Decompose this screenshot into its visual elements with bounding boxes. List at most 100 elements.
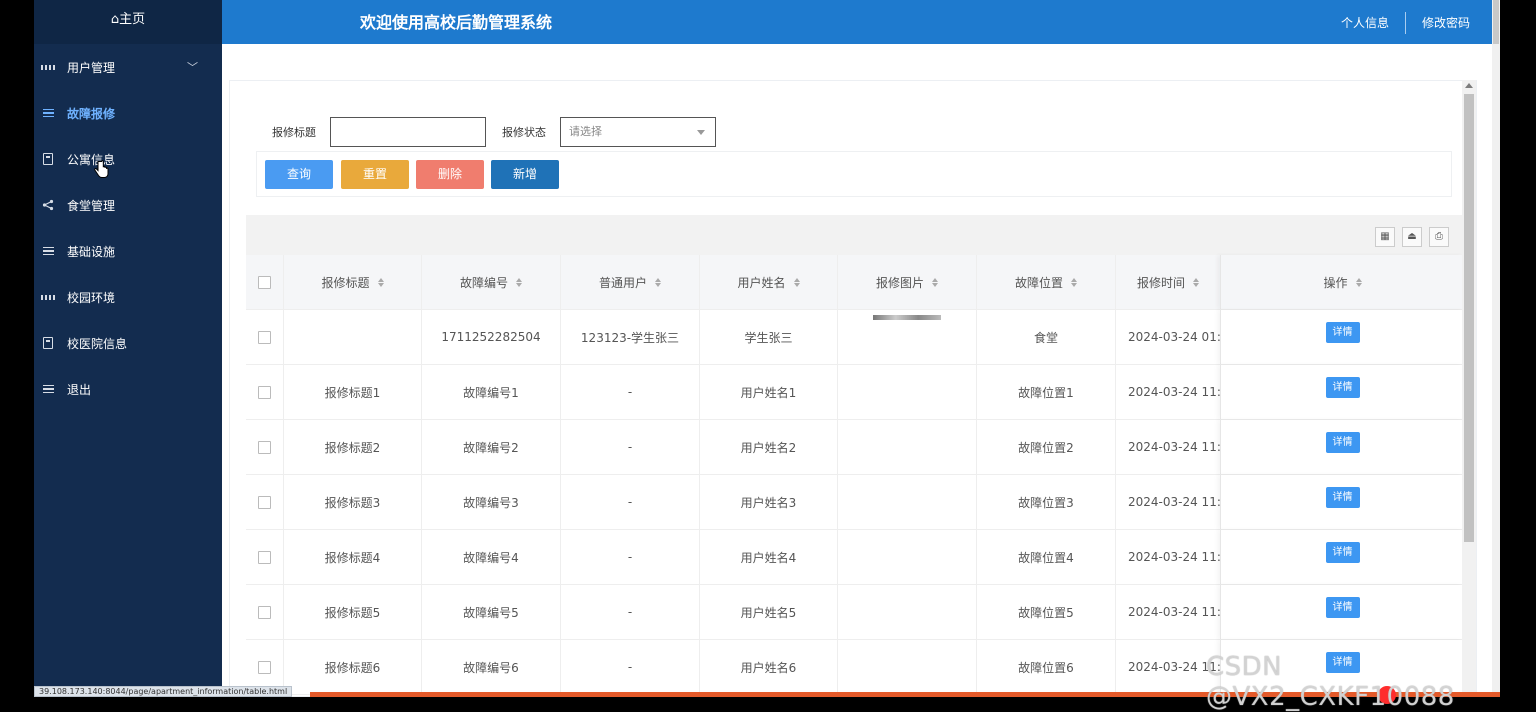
row-checkbox[interactable] [258,605,271,619]
cell-code: 故障编号2 [422,420,561,474]
repair-image-thumbnail[interactable] [873,314,941,320]
title-input[interactable] [330,117,486,147]
book-icon [41,336,55,350]
row-checkbox[interactable] [258,495,271,509]
column-header[interactable]: 用户姓名 [700,255,838,309]
sidebar-item-apartment-info[interactable]: 公寓信息 [34,136,222,182]
cell-time: 2024-03-24 01:01:22 [1128,330,1220,344]
sidebar-item-infrastructure[interactable]: 基础设施 [34,228,222,274]
grid-icon [41,290,55,304]
row-checkbox[interactable] [258,550,271,564]
row-checkbox[interactable] [258,385,271,399]
detail-button[interactable]: 详情 [1325,377,1360,398]
sidebar-item-label: 用户管理 [67,60,116,75]
column-header[interactable]: 操作 [1220,255,1464,309]
cell-time: 2024-03-24 11:35:11 [1128,605,1220,619]
cell-title: 报修标题4 [284,530,422,584]
sidebar-item-user-management[interactable]: 用户管理 ﹀ [34,44,222,90]
detail-button[interactable]: 详情 [1325,487,1360,508]
sort-icon [655,277,661,287]
column-header[interactable]: 故障位置 [977,255,1116,309]
page-title: 欢迎使用高校后勤管理系统 [360,13,553,32]
cell-title: 报修标题2 [284,420,422,474]
cell-location: 故障位置6 [977,640,1116,694]
cell-location: 食堂 [977,310,1116,364]
sort-icon [516,277,522,287]
cell-location: 故障位置1 [977,365,1116,419]
page-scrollbar[interactable] [1492,0,1500,697]
menu-icon [41,106,55,120]
delete-button[interactable]: 删除 [416,160,484,189]
change-password-link[interactable]: 修改密码 [1404,12,1486,34]
cell-time: 2024-03-24 11:35:11 [1128,385,1220,399]
cell-time: 2024-03-24 11:35:11 [1128,440,1220,454]
sort-icon [1193,277,1199,287]
cell-name: 用户姓名5 [700,585,838,639]
cell-code: 故障编号5 [422,585,561,639]
cell-user: - [561,420,700,474]
query-button[interactable]: 查询 [265,160,333,189]
cell-time: 2024-03-24 11:35:11 [1128,495,1220,509]
add-button[interactable]: 新增 [491,160,559,189]
sidebar-item-fault-repair[interactable]: 故障报修 [34,90,222,136]
header-links: 个人信息 修改密码 [1325,12,1486,34]
content-panel: 报修标题 报修状态 请选择 查询 重置 删除 新增 ▦ ⏏ ⎙ 报修标题 故障编… [229,80,1477,697]
sort-icon [1355,277,1362,287]
sidebar: ⌂主页 用户管理 ﹀ 故障报修 公寓信息 食堂管理 基础设施 校园环境 校医院信… [34,0,222,697]
cell-location: 故障位置5 [977,585,1116,639]
reset-button[interactable]: 重置 [341,160,409,189]
cell-user: 123123-学生张三 [561,310,700,364]
detail-button[interactable]: 详情 [1325,432,1360,453]
sidebar-home[interactable]: ⌂主页 [34,0,222,44]
sidebar-item-campus-environment[interactable]: 校园环境 [34,274,222,320]
browser-viewport: ⌂主页 用户管理 ﹀ 故障报修 公寓信息 食堂管理 基础设施 校园环境 校医院信… [34,0,1500,697]
export-icon[interactable]: ⏏ [1402,227,1422,247]
sidebar-item-hospital-info[interactable]: 校医院信息 [34,320,222,366]
cell-title: 报修标题5 [284,585,422,639]
cell-user: - [561,530,700,584]
row-checkbox[interactable] [258,440,271,454]
detail-button[interactable]: 详情 [1325,322,1360,343]
sidebar-item-logout[interactable]: 退出 [34,366,222,412]
cell-image [838,475,977,529]
sidebar-item-label: 故障报修 [67,106,116,121]
cell-title: 报修标题6 [284,640,422,694]
cell-name: 用户姓名4 [700,530,838,584]
table-scrollbar[interactable] [1462,80,1476,697]
share-icon [41,198,55,212]
print-icon[interactable]: ⎙ [1429,227,1449,247]
search-form: 报修标题 报修状态 请选择 [272,117,716,147]
column-header[interactable]: 报修时间 [1116,255,1220,309]
status-bar-url: 39.108.173.140:8044/page/apartment_infor… [34,686,293,697]
column-header[interactable]: 报修图片 [838,255,977,309]
title-label: 报修标题 [272,126,316,139]
hand-cursor-icon [94,160,109,178]
detail-button[interactable]: 详情 [1325,597,1360,618]
cell-code: 1711252282504 [422,310,561,364]
profile-link[interactable]: 个人信息 [1325,12,1405,34]
cell-name: 用户姓名1 [700,365,838,419]
table-row: 报修标题2故障编号2-用户姓名2 故障位置2 2024-03-24 11:35:11… [246,420,1464,475]
sidebar-item-label: 食堂管理 [67,198,116,213]
cell-image [838,530,977,584]
sidebar-item-canteen[interactable]: 食堂管理 [34,182,222,228]
sidebar-item-label: 校医院信息 [67,336,128,351]
action-buttons: 查询 重置 删除 新增 [256,151,1452,197]
row-checkbox[interactable] [258,660,271,674]
sort-icon [932,277,938,287]
status-select[interactable]: 请选择 [560,117,716,147]
cell-user: - [561,475,700,529]
table-row: 报修标题4故障编号4-用户姓名4 故障位置4 2024-03-24 11:35:11… [246,530,1464,585]
row-checkbox[interactable] [258,330,271,344]
grid-icon [41,60,55,74]
column-header[interactable]: 报修标题 [284,255,422,309]
columns-icon[interactable]: ▦ [1375,227,1395,247]
column-header[interactable]: 普通用户 [561,255,700,309]
table-header-row: 报修标题 故障编号 普通用户 用户姓名 报修图片 故障位置 报修时间 操作 [246,255,1464,310]
column-header[interactable]: 故障编号 [422,255,561,309]
table-row: 报修标题1故障编号1-用户姓名1 故障位置1 2024-03-24 11:35:11… [246,365,1464,420]
screen-border [1500,0,1536,697]
sort-icon [1071,277,1077,287]
detail-button[interactable]: 详情 [1325,542,1360,563]
select-all-checkbox[interactable] [258,275,271,289]
